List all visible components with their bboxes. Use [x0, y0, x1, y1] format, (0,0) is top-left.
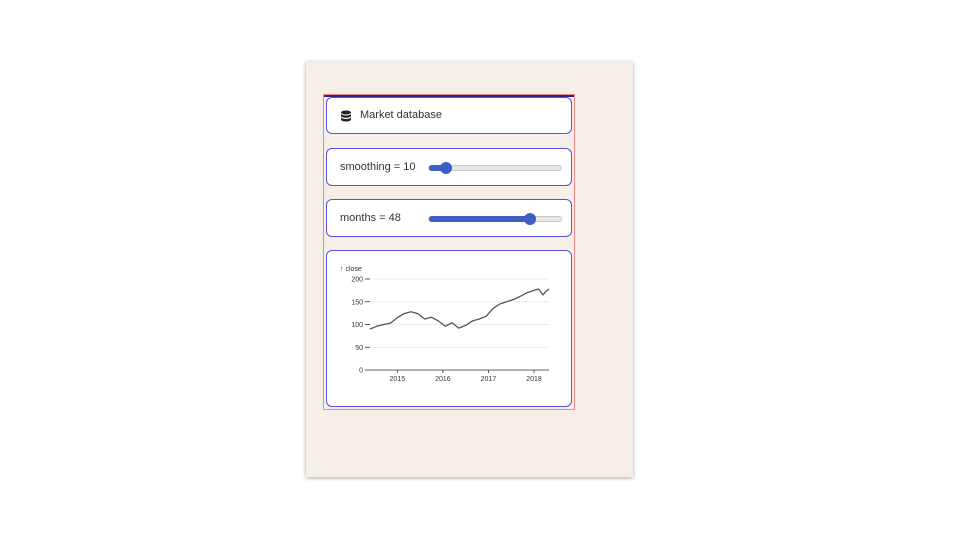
database-icon [341, 110, 351, 122]
close-price-chart: ↑ close 0 50 100 150 200 2015 2016 2017 2018 [340, 266, 550, 383]
x-tick-label: 2016 [435, 376, 451, 383]
months-label: months = 48 [340, 212, 401, 224]
months-slider[interactable] [428, 213, 562, 225]
database-title-card[interactable]: Market database [326, 97, 572, 134]
y-tick-label: 200 [351, 277, 363, 284]
smoothing-slider[interactable] [428, 162, 562, 174]
x-tick-label: 2015 [390, 376, 406, 383]
y-tick-label: 150 [351, 299, 363, 306]
y-axis-label: ↑ close [340, 266, 362, 273]
months-slider-fill [429, 216, 530, 222]
y-tick-label: 100 [351, 322, 363, 329]
x-tick-label: 2018 [526, 376, 542, 383]
smoothing-card: smoothing = 10 [326, 148, 572, 186]
x-tick-label: 2017 [481, 376, 497, 383]
smoothing-slider-thumb[interactable] [440, 162, 453, 174]
months-card: months = 48 [326, 199, 572, 237]
smoothing-label: smoothing = 10 [340, 161, 416, 173]
page-background: Market database smoothing = 10 months = … [306, 62, 633, 477]
chart-card: ↑ close 0 50 100 150 200 2015 2016 2017 2018 [326, 250, 572, 407]
months-slider-thumb[interactable] [523, 213, 536, 225]
database-title: Market database [360, 109, 442, 121]
y-tick-label: 0 [359, 368, 363, 375]
y-tick-label: 50 [355, 345, 363, 352]
close-series-line [369, 288, 550, 330]
notebook-frame: Market database smoothing = 10 months = … [323, 94, 575, 410]
